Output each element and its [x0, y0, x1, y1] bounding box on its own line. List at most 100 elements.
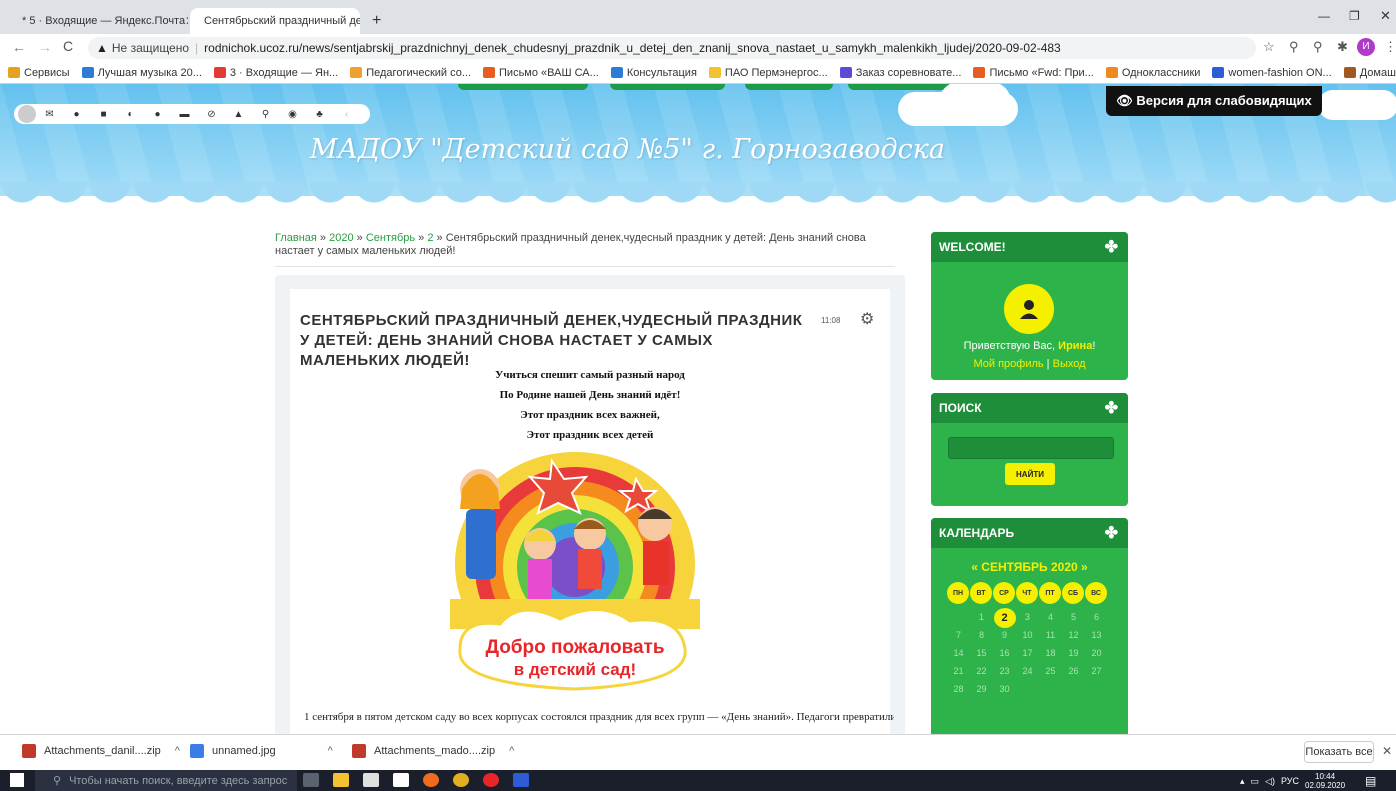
- menu-icon[interactable]: ⋮: [1384, 39, 1396, 55]
- chevron-up-icon[interactable]: ▴: [1240, 776, 1245, 787]
- calendar-day[interactable]: 24: [1016, 662, 1039, 680]
- calendar-day[interactable]: 14: [947, 644, 970, 662]
- bookmark-item[interactable]: Заказ соревновате...: [839, 67, 961, 79]
- windows-start-icon[interactable]: [10, 773, 24, 787]
- download-item[interactable]: unnamed.jpg ^: [190, 744, 333, 758]
- user-icon[interactable]: [18, 105, 36, 123]
- folder-icon[interactable]: ▬: [171, 109, 198, 120]
- calendar-month-nav[interactable]: « СЕНТЯБРЬ 2020 »: [931, 560, 1128, 574]
- bookmark-item[interactable]: ПАО Пермэнергос...: [708, 67, 828, 79]
- calendar-day[interactable]: 29: [970, 680, 993, 698]
- download-item[interactable]: Attachments_mado....zip ^: [352, 744, 514, 758]
- bookmark-item[interactable]: women-fashion ON...: [1212, 67, 1332, 79]
- search-input[interactable]: [948, 437, 1114, 459]
- close-icon[interactable]: ✕: [1382, 744, 1392, 758]
- tree-icon[interactable]: ♣: [306, 109, 333, 120]
- volume-icon[interactable]: ◁): [1265, 776, 1275, 787]
- chrome-icon[interactable]: [453, 773, 469, 787]
- calendar-day[interactable]: 7: [947, 626, 970, 644]
- nav-tab[interactable]: [745, 84, 833, 90]
- calendar-day[interactable]: 3: [1016, 608, 1039, 626]
- chevron-up-icon[interactable]: ^: [328, 745, 333, 757]
- breadcrumb-month[interactable]: Сентябрь: [366, 232, 415, 244]
- mail-icon[interactable]: [393, 773, 409, 787]
- calendar-day[interactable]: 26: [1062, 662, 1085, 680]
- block-icon[interactable]: ⊘: [198, 109, 225, 120]
- clock[interactable]: 10:44 02.09.2020: [1305, 772, 1345, 790]
- breadcrumb-home[interactable]: Главная: [275, 232, 317, 244]
- tab-mail[interactable]: * 5 · Входящие — Яндекс.Почта ✕: [8, 8, 188, 34]
- bookmark-item[interactable]: Одноклассники: [1105, 67, 1200, 79]
- calendar-day[interactable]: 18: [1039, 644, 1062, 662]
- calendar-day[interactable]: 8: [970, 626, 993, 644]
- chevron-left-icon[interactable]: ‹: [333, 109, 360, 120]
- low-vision-button[interactable]: 👁 Версия для слабовидящих: [1106, 86, 1322, 116]
- language-indicator[interactable]: РУС: [1281, 776, 1299, 786]
- minimize-button[interactable]: —: [1318, 9, 1330, 23]
- star-icon[interactable]: ☆: [1263, 39, 1275, 55]
- calendar-day[interactable]: 2: [993, 608, 1016, 628]
- forward-arrow-icon[interactable]: →: [38, 39, 52, 55]
- puzzle-icon[interactable]: ✱: [1337, 39, 1348, 55]
- calendar-day[interactable]: 30: [993, 680, 1016, 698]
- bookmark-item[interactable]: Сервисы: [8, 67, 70, 79]
- calendar-day[interactable]: 25: [1039, 662, 1062, 680]
- task-view-icon[interactable]: [303, 773, 319, 787]
- bookmark-item[interactable]: Лучшая музыка 20...: [81, 67, 202, 79]
- calendar-day[interactable]: 19: [1062, 644, 1085, 662]
- breadcrumb-year[interactable]: 2020: [329, 232, 353, 244]
- document-icon[interactable]: ■: [90, 109, 117, 120]
- bookmark-item[interactable]: Письмо «ВАШ СА...: [483, 67, 599, 79]
- extension-icon[interactable]: ⚲: [1289, 39, 1299, 55]
- search-icon[interactable]: ⚲: [252, 109, 279, 120]
- logout-link[interactable]: Выход: [1053, 358, 1086, 370]
- close-window-button[interactable]: ✕: [1380, 8, 1391, 24]
- calendar-day[interactable]: 28: [947, 680, 970, 698]
- reload-icon[interactable]: C: [63, 38, 73, 54]
- opera-icon[interactable]: [483, 773, 499, 787]
- calendar-day[interactable]: 9: [993, 626, 1016, 644]
- show-all-button[interactable]: Показать все: [1304, 741, 1374, 763]
- word-icon[interactable]: [513, 773, 529, 787]
- url-field[interactable]: ▲ Не защищено | rodnichok.ucoz.ru/news/s…: [88, 37, 1256, 59]
- calendar-day[interactable]: 20: [1085, 644, 1108, 662]
- nav-tab[interactable]: [610, 84, 725, 90]
- calendar-day[interactable]: 22: [970, 662, 993, 680]
- notifications-icon[interactable]: ▤: [1365, 774, 1376, 788]
- nav-tab[interactable]: [458, 84, 588, 90]
- store-icon[interactable]: [363, 773, 379, 787]
- calendar-day[interactable]: 4: [1039, 608, 1062, 626]
- calendar-day[interactable]: 16: [993, 644, 1016, 662]
- info-icon[interactable]: ●: [63, 109, 90, 120]
- eye-icon[interactable]: ◉: [279, 109, 306, 120]
- avatar[interactable]: [1004, 284, 1054, 334]
- contrast-icon[interactable]: ◐: [117, 109, 144, 120]
- calendar-day[interactable]: 6: [1085, 608, 1108, 626]
- calendar-today[interactable]: 2: [993, 608, 1016, 628]
- tab-article[interactable]: Сентябрьский праздничный де ✕: [190, 8, 360, 34]
- firefox-icon[interactable]: [423, 773, 439, 787]
- calendar-day[interactable]: 17: [1016, 644, 1039, 662]
- back-arrow-icon[interactable]: ←: [12, 39, 26, 55]
- calendar-day[interactable]: 12: [1062, 626, 1085, 644]
- explorer-icon[interactable]: [333, 773, 349, 787]
- download-item[interactable]: Attachments_danil....zip ^: [22, 744, 180, 758]
- bookmark-item[interactable]: 3 · Входящие — Ян...: [213, 67, 338, 79]
- bell-icon[interactable]: ▲: [225, 109, 252, 120]
- record-icon[interactable]: ●: [144, 109, 171, 120]
- calendar-day[interactable]: 23: [993, 662, 1016, 680]
- mail-icon[interactable]: ✉: [36, 109, 63, 120]
- profile-avatar[interactable]: И: [1357, 38, 1375, 56]
- taskbar-search[interactable]: ⚲ Чтобы начать поиск, введите здесь запр…: [35, 770, 297, 791]
- bookmark-item[interactable]: Педагогический со...: [350, 67, 471, 79]
- bookmark-item[interactable]: Домашняя - МДОУ...: [1343, 67, 1396, 79]
- calendar-day[interactable]: 1: [970, 608, 993, 626]
- network-icon[interactable]: ▭: [1251, 776, 1260, 787]
- bookmark-item[interactable]: Консультация: [610, 67, 697, 79]
- close-icon[interactable]: ✕: [185, 14, 188, 28]
- calendar-day[interactable]: 11: [1039, 626, 1062, 644]
- new-tab-button[interactable]: +: [372, 12, 381, 30]
- calendar-day[interactable]: 5: [1062, 608, 1085, 626]
- calendar-day[interactable]: 27: [1085, 662, 1108, 680]
- calendar-day[interactable]: 13: [1085, 626, 1108, 644]
